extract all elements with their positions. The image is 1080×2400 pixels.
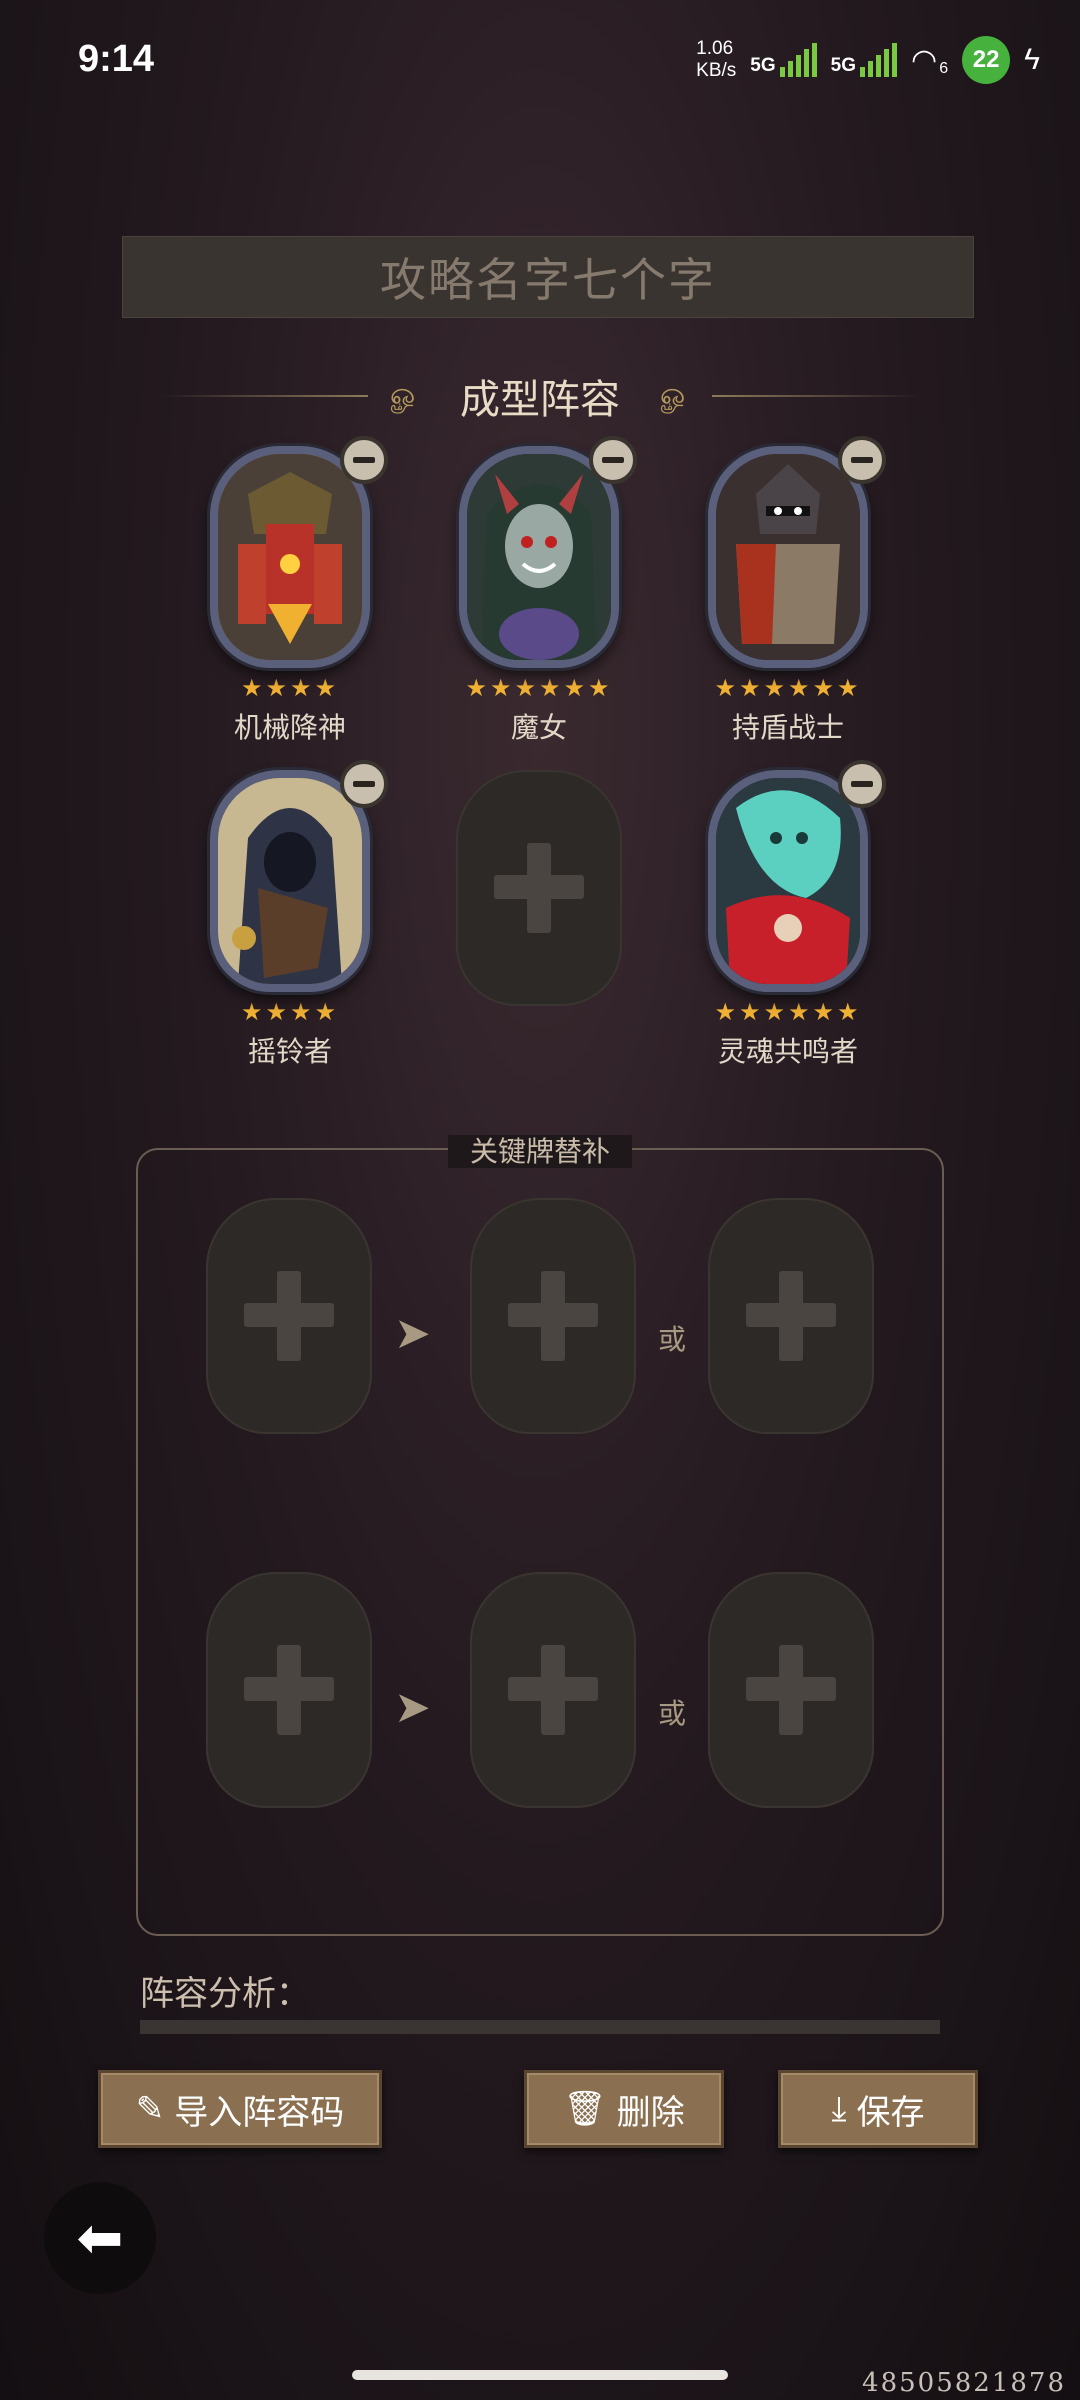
shield-warrior-portrait: [716, 454, 860, 660]
soul-resonator-portrait: [716, 778, 860, 984]
lineup-analysis-label: 阵容分析：: [140, 1974, 310, 2014]
hero-stars: ★★★★★★: [714, 998, 862, 1026]
key-card-slot[interactable]: [206, 1198, 372, 1434]
add-hero-button[interactable]: [456, 770, 622, 1006]
hero-slot-4[interactable]: ★★★★ 摇铃者: [170, 760, 410, 1070]
hero-name: 持盾战士: [731, 711, 844, 744]
remove-hero-button[interactable]: [340, 436, 388, 484]
user-id: 48505821878: [862, 2368, 1066, 2398]
lineup-analysis-field[interactable]: [140, 2020, 940, 2034]
key-card-slot[interactable]: [206, 1572, 372, 1808]
hero-card[interactable]: [210, 446, 370, 668]
hero-card[interactable]: [210, 770, 370, 992]
wifi-icon: ◠ 6: [911, 43, 949, 77]
hero-slot-5-empty[interactable]: [419, 770, 659, 1006]
or-label: 或: [658, 1323, 687, 1356]
mech-deus-portrait: [218, 454, 362, 660]
lineup-section-header: ௐ 成型阵容 ௐ: [160, 368, 920, 424]
substitute-slot[interactable]: [708, 1198, 874, 1434]
signal-bars-icon: [779, 43, 817, 77]
hero-name: 机械降神: [233, 711, 346, 744]
strategy-name-input[interactable]: 攻略名字七个字: [122, 236, 974, 318]
trash-icon: 🗑: [563, 2089, 607, 2129]
charging-icon: ϟ: [1024, 43, 1040, 76]
hero-stars: ★★★★: [240, 998, 340, 1026]
hero-stars: ★★★★: [240, 674, 340, 702]
status-icons: 1.06 KB/s 5G 5G ◠ 6 22 ϟ: [696, 36, 1040, 84]
bell-ringer-portrait: [218, 778, 362, 984]
plus-icon: [508, 1645, 598, 1735]
home-indicator[interactable]: [352, 2370, 728, 2380]
substitute-slot[interactable]: [470, 1572, 636, 1808]
plus-icon: [244, 1271, 334, 1361]
hero-card[interactable]: [708, 770, 868, 992]
hero-slot-2[interactable]: ★★★★★★ 魔女: [419, 436, 659, 746]
divider: [160, 395, 369, 397]
signal-5g-1: 5G: [750, 43, 817, 77]
hero-slot-3[interactable]: ★★★★★★ 持盾战士: [668, 436, 908, 746]
lineup-title: 成型阵容: [460, 377, 620, 423]
remove-hero-button[interactable]: [340, 760, 388, 808]
substitute-slot[interactable]: [708, 1572, 874, 1808]
net-speed: 1.06 KB/s: [696, 38, 737, 81]
remove-hero-button[interactable]: [589, 436, 637, 484]
substitute-slot[interactable]: [470, 1198, 636, 1434]
hero-card[interactable]: [459, 446, 619, 668]
remove-hero-button[interactable]: [838, 436, 886, 484]
divider: [711, 395, 920, 397]
status-time: 9:14: [78, 38, 155, 80]
download-icon: ⤓: [831, 2089, 847, 2129]
hero-name: 摇铃者: [247, 1035, 332, 1068]
battery-clover-icon: 22: [962, 36, 1011, 84]
hero-stars: ★★★★★★: [714, 674, 862, 702]
arrow-left-icon: ⬅: [76, 2205, 124, 2271]
import-code-button[interactable]: ✎ 导入阵容码: [98, 2070, 382, 2148]
plus-icon: [494, 843, 584, 933]
hero-slot-1[interactable]: ★★★★ 机械降神: [170, 436, 410, 746]
plus-icon: [244, 1645, 334, 1735]
signal-bars-icon: [860, 43, 898, 77]
hero-stars: ★★★★★★: [465, 674, 613, 702]
ornament-icon: ௐ: [660, 376, 690, 412]
plus-icon: [508, 1271, 598, 1361]
ornament-icon: ௐ: [390, 376, 420, 412]
strategy-name-placeholder: 攻略名字七个字: [380, 253, 716, 307]
hero-name: 魔女: [510, 711, 567, 744]
delete-button[interactable]: 🗑 删除: [524, 2070, 724, 2148]
signal-5g-2: 5G: [831, 43, 898, 77]
hero-slot-6[interactable]: ★★★★★★ 灵魂共鸣者: [668, 760, 908, 1070]
plus-icon: [746, 1271, 836, 1361]
or-label: 或: [658, 1697, 687, 1730]
key-card-title: 关键牌替补: [0, 1130, 1080, 1170]
hero-name: 灵魂共鸣者: [717, 1035, 858, 1068]
back-button[interactable]: ⬅: [44, 2182, 156, 2294]
edit-doc-icon: ✎: [135, 2089, 165, 2129]
save-button[interactable]: ⤓ 保存: [778, 2070, 978, 2148]
remove-hero-button[interactable]: [838, 760, 886, 808]
arrow-right-icon: ➤: [394, 1308, 431, 1359]
plus-icon: [746, 1645, 836, 1735]
arrow-right-icon: ➤: [394, 1682, 431, 1733]
hero-card[interactable]: [708, 446, 868, 668]
witch-portrait: [467, 454, 611, 660]
